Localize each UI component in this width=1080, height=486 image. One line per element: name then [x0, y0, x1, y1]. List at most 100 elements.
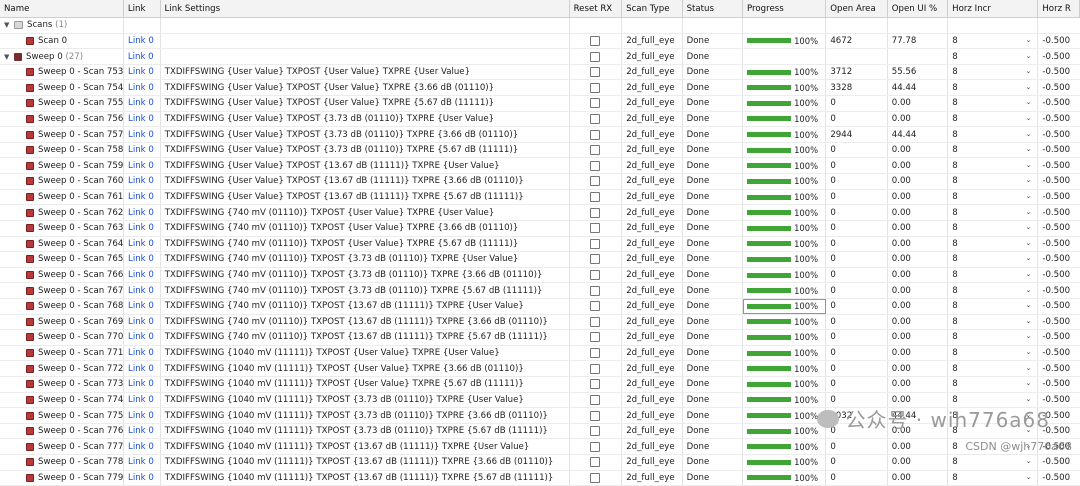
- table-row[interactable]: Sweep 0 - Scan 774 Link 0 TXDIFFSWING {1…: [0, 392, 1080, 409]
- table-row[interactable]: Sweep 0 - Scan 764 Link 0 TXDIFFSWING {7…: [0, 236, 1080, 253]
- row-link[interactable]: Link 0: [124, 111, 161, 127]
- horz-incr-dropdown[interactable]: 8 ⌄: [952, 161, 1037, 171]
- horz-incr-dropdown[interactable]: 8 ⌄: [952, 411, 1037, 421]
- horz-incr-dropdown[interactable]: 8 ⌄: [952, 114, 1037, 124]
- row-link[interactable]: Link 0: [124, 330, 161, 345]
- horz-incr-dropdown[interactable]: 8 ⌄: [952, 176, 1037, 186]
- table-row[interactable]: Sweep 0 - Scan 772 Link 0 TXDIFFSWING {1…: [0, 361, 1080, 378]
- column-header-reset-rx[interactable]: Reset RX: [570, 0, 623, 17]
- reset-rx-checkbox[interactable]: [590, 457, 601, 468]
- sweep-group-row[interactable]: ▼ Sweep 0 (27) Link 0 2d_full_eye Done 8…: [0, 49, 1080, 65]
- horz-incr-dropdown[interactable]: 8 ⌄: [952, 317, 1037, 327]
- reset-rx-checkbox[interactable]: [590, 254, 601, 265]
- table-row[interactable]: Sweep 0 - Scan 773 Link 0 TXDIFFSWING {1…: [0, 377, 1080, 393]
- column-header-progress[interactable]: Progress: [743, 0, 827, 17]
- reset-rx-checkbox[interactable]: [590, 160, 601, 171]
- scans-group-row[interactable]: ▼ Scans (1): [0, 18, 1080, 34]
- table-row[interactable]: Sweep 0 - Scan 770 Link 0 TXDIFFSWING {7…: [0, 330, 1080, 346]
- row-link[interactable]: Link 0: [124, 174, 161, 189]
- row-link[interactable]: Link 0: [124, 142, 161, 158]
- reset-rx-checkbox[interactable]: [590, 176, 601, 187]
- row-link[interactable]: Link 0: [124, 96, 161, 111]
- reset-rx-checkbox[interactable]: [590, 285, 601, 296]
- reset-rx-checkbox[interactable]: [590, 270, 601, 281]
- table-row[interactable]: Sweep 0 - Scan 768 Link 0 TXDIFFSWING {7…: [0, 298, 1080, 315]
- row-link[interactable]: Link 0: [124, 439, 161, 455]
- column-header-link[interactable]: Link: [124, 0, 161, 17]
- reset-rx-checkbox[interactable]: [590, 207, 601, 218]
- table-row[interactable]: Sweep 0 - Scan 758 Link 0 TXDIFFSWING {U…: [0, 142, 1080, 159]
- table-row[interactable]: Sweep 0 - Scan 771 Link 0 TXDIFFSWING {1…: [0, 345, 1080, 362]
- table-row[interactable]: Sweep 0 - Scan 763 Link 0 TXDIFFSWING {7…: [0, 220, 1080, 237]
- horz-incr-dropdown[interactable]: 8 ⌄: [952, 426, 1037, 436]
- table-row[interactable]: Sweep 0 - Scan 777 Link 0 TXDIFFSWING {1…: [0, 439, 1080, 456]
- horz-incr-dropdown[interactable]: 8 ⌄: [952, 332, 1037, 342]
- reset-rx-checkbox[interactable]: [590, 35, 601, 46]
- row-link[interactable]: Link 0: [124, 345, 161, 361]
- row-link[interactable]: Link 0: [124, 377, 161, 392]
- horz-incr-dropdown[interactable]: 8 ⌄: [952, 192, 1037, 202]
- scan-0-row[interactable]: Scan 0 Link 0 2d_full_eye Done 100% 4672…: [0, 33, 1080, 50]
- table-row[interactable]: Sweep 0 - Scan 761 Link 0 TXDIFFSWING {U…: [0, 189, 1080, 206]
- reset-rx-checkbox[interactable]: [590, 113, 601, 124]
- row-link[interactable]: Link 0: [124, 408, 161, 423]
- horz-incr-dropdown[interactable]: 8 ⌄: [952, 67, 1037, 77]
- column-header-open-ui[interactable]: Open UI %: [888, 0, 949, 17]
- column-header-name[interactable]: Name: [0, 0, 124, 17]
- row-link[interactable]: Link 0: [124, 314, 161, 330]
- horz-incr-dropdown[interactable]: 8 ⌄: [952, 348, 1037, 358]
- table-row[interactable]: Sweep 0 - Scan 756 Link 0 TXDIFFSWING {U…: [0, 111, 1080, 128]
- reset-rx-checkbox[interactable]: [590, 394, 601, 405]
- row-link[interactable]: Link 0: [124, 455, 161, 470]
- row-link[interactable]: Link 0: [124, 158, 161, 174]
- horz-incr-dropdown[interactable]: 8 ⌄: [952, 442, 1037, 452]
- reset-rx-checkbox[interactable]: [590, 426, 601, 437]
- row-link[interactable]: Link 0: [124, 236, 161, 252]
- horz-incr-dropdown[interactable]: 8 ⌄: [952, 379, 1037, 389]
- horz-incr-dropdown[interactable]: 8 ⌄: [952, 36, 1037, 46]
- table-row[interactable]: Sweep 0 - Scan 765 Link 0 TXDIFFSWING {7…: [0, 252, 1080, 268]
- row-link[interactable]: Link 0: [124, 80, 161, 96]
- horz-incr-dropdown[interactable]: 8 ⌄: [952, 52, 1037, 62]
- row-link[interactable]: Link 0: [124, 205, 161, 220]
- column-header-link-settings[interactable]: Link Settings: [161, 0, 570, 17]
- table-row[interactable]: Sweep 0 - Scan 767 Link 0 TXDIFFSWING {7…: [0, 283, 1080, 299]
- horz-incr-dropdown[interactable]: 8 ⌄: [952, 270, 1037, 280]
- horz-incr-dropdown[interactable]: 8 ⌄: [952, 239, 1037, 249]
- reset-rx-checkbox[interactable]: [590, 316, 601, 327]
- row-link[interactable]: Link 0: [124, 220, 161, 236]
- reset-rx-checkbox[interactable]: [590, 238, 601, 249]
- horz-incr-dropdown[interactable]: 8 ⌄: [952, 457, 1037, 467]
- table-row[interactable]: Sweep 0 - Scan 775 Link 0 TXDIFFSWING {1…: [0, 408, 1080, 424]
- row-link[interactable]: Link 0: [124, 470, 161, 486]
- column-header-status[interactable]: Status: [683, 0, 744, 17]
- reset-rx-checkbox[interactable]: [590, 410, 601, 421]
- reset-rx-checkbox[interactable]: [590, 379, 601, 390]
- table-row[interactable]: Sweep 0 - Scan 760 Link 0 TXDIFFSWING {U…: [0, 174, 1080, 190]
- reset-rx-checkbox[interactable]: [590, 145, 601, 156]
- chevron-down-icon[interactable]: ▼: [4, 53, 12, 61]
- row-link[interactable]: Link 0: [124, 33, 161, 49]
- horz-incr-dropdown[interactable]: 8 ⌄: [952, 145, 1037, 155]
- table-row[interactable]: Sweep 0 - Scan 762 Link 0 TXDIFFSWING {7…: [0, 205, 1080, 221]
- row-link[interactable]: Link 0: [124, 361, 161, 377]
- reset-rx-checkbox[interactable]: [590, 67, 601, 78]
- reset-rx-checkbox[interactable]: [590, 223, 601, 234]
- reset-rx-checkbox[interactable]: [590, 129, 601, 140]
- horz-incr-dropdown[interactable]: 8 ⌄: [952, 473, 1037, 483]
- reset-rx-checkbox[interactable]: [590, 332, 601, 343]
- row-link[interactable]: Link 0: [124, 252, 161, 267]
- table-row[interactable]: Sweep 0 - Scan 753 Link 0 TXDIFFSWING {U…: [0, 64, 1080, 81]
- row-link[interactable]: Link 0: [124, 298, 161, 314]
- table-row[interactable]: Sweep 0 - Scan 776 Link 0 TXDIFFSWING {1…: [0, 423, 1080, 440]
- reset-rx-checkbox[interactable]: [590, 472, 601, 483]
- row-link[interactable]: Link 0: [124, 267, 161, 283]
- reset-rx-checkbox[interactable]: [590, 363, 601, 374]
- chevron-down-icon[interactable]: ▼: [4, 21, 12, 29]
- row-link[interactable]: Link 0: [124, 64, 161, 80]
- column-header-open-area[interactable]: Open Area: [826, 0, 888, 17]
- reset-rx-checkbox[interactable]: [590, 301, 601, 312]
- table-row[interactable]: Sweep 0 - Scan 769 Link 0 TXDIFFSWING {7…: [0, 314, 1080, 331]
- reset-rx-checkbox[interactable]: [590, 82, 601, 93]
- horz-incr-dropdown[interactable]: 8 ⌄: [952, 364, 1037, 374]
